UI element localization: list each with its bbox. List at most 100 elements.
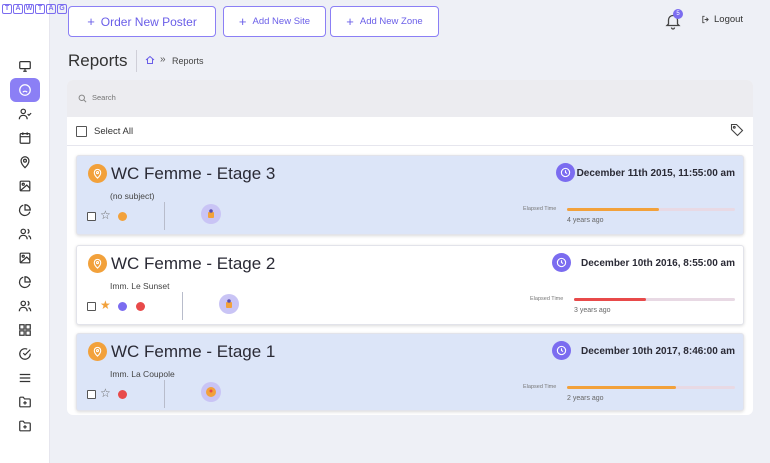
sidebar-item-calendar[interactable]	[10, 126, 40, 150]
report-card[interactable]: WC Femme - Etage 1 Imm. La Coupole Decem…	[76, 333, 744, 411]
plus-icon: +	[238, 14, 247, 29]
clock-icon	[552, 253, 571, 272]
avatar[interactable]	[219, 294, 239, 314]
app-logo[interactable]: T A W T A G	[2, 4, 67, 14]
status-dot	[118, 302, 127, 311]
report-title[interactable]: WC Femme - Etage 1	[111, 342, 275, 362]
page-title: Reports	[68, 51, 128, 70]
elapsed-time-bar	[567, 386, 735, 389]
sidebar-item-tasks[interactable]	[10, 342, 40, 366]
elapsed-ago: 4 years ago	[567, 217, 604, 224]
map-pin-icon	[20, 156, 30, 169]
order-new-poster-label: Order New Poster	[100, 14, 197, 29]
elapsed-time-bar	[567, 208, 735, 211]
select-all-checkbox[interactable]	[76, 126, 87, 137]
report-card[interactable]: WC Femme - Etage 2 Imm. Le Sunset Decemb…	[76, 245, 744, 325]
avatar[interactable]	[201, 382, 221, 402]
sidebar-item-reports[interactable]	[10, 78, 40, 102]
location-pin-icon	[88, 342, 107, 361]
select-all-label: Select All	[94, 126, 134, 137]
plus-icon: +	[87, 14, 95, 29]
location-pin-icon	[88, 254, 107, 273]
search-bar	[67, 80, 753, 117]
report-date: December 11th 2015, 11:55:00 am	[576, 168, 735, 179]
search-input[interactable]	[92, 93, 392, 102]
calendar-icon	[19, 132, 31, 144]
order-new-poster-button[interactable]: + Order New Poster	[68, 6, 216, 37]
star-icon[interactable]: ☆	[100, 387, 111, 399]
sidebar-item-users-check[interactable]	[10, 102, 40, 126]
report-date: December 10th 2017, 8:46:00 am	[581, 346, 735, 357]
card-divider	[164, 202, 165, 230]
avatar[interactable]	[201, 204, 221, 224]
logo-letter: G	[57, 4, 67, 14]
report-card[interactable]: WC Femme - Etage 3 (no subject) December…	[76, 155, 744, 235]
elapsed-ago: 2 years ago	[567, 395, 604, 402]
logo-letter: T	[35, 4, 45, 14]
home-icon[interactable]	[145, 55, 155, 65]
card-divider	[182, 292, 183, 320]
status-dot	[136, 302, 145, 311]
report-title[interactable]: WC Femme - Etage 3	[111, 164, 275, 184]
user-avatar-icon	[208, 209, 214, 218]
users-icon	[18, 228, 32, 240]
grid-icon	[19, 324, 31, 336]
monitor-icon	[19, 61, 31, 72]
star-filled-icon[interactable]: ★	[100, 299, 111, 311]
report-checkbox[interactable]	[87, 212, 96, 221]
sidebar-item-monitor[interactable]	[10, 54, 40, 78]
sidebar-item-locations[interactable]	[10, 150, 40, 174]
sidebar-item-team[interactable]	[10, 222, 40, 246]
logout-label: Logout	[714, 14, 744, 25]
sidebar: T A W T A G	[0, 0, 67, 463]
card-divider	[164, 380, 165, 408]
report-title[interactable]: WC Femme - Etage 2	[111, 254, 275, 274]
image-icon	[19, 252, 31, 264]
sidebar-item-stats[interactable]	[10, 198, 40, 222]
location-avatar-icon	[206, 387, 216, 397]
report-subject: Imm. Le Sunset	[110, 281, 170, 291]
star-icon[interactable]: ☆	[100, 209, 111, 221]
sidebar-item-gallery[interactable]	[10, 246, 40, 270]
sidebar-item-images[interactable]	[10, 174, 40, 198]
folder-plus-icon	[19, 420, 31, 432]
users-icon	[18, 300, 32, 312]
report-subject: (no subject)	[110, 191, 155, 201]
pie-chart-icon	[18, 204, 31, 217]
clock-icon	[556, 163, 575, 182]
add-new-zone-button[interactable]: + Add New Zone	[330, 6, 439, 37]
logo-letter: A	[46, 4, 56, 14]
elapsed-time-bar	[574, 298, 735, 301]
sidebar-item-grid[interactable]	[10, 318, 40, 342]
clock-icon	[552, 341, 571, 360]
elapsed-time-fill	[567, 386, 677, 389]
add-new-zone-label: Add New Zone	[359, 16, 423, 27]
sidebar-item-analytics[interactable]	[10, 270, 40, 294]
sidebar-item-list[interactable]	[10, 366, 40, 390]
elapsed-time-label: Elapsed Time	[523, 206, 557, 212]
elapsed-time-fill	[567, 208, 660, 211]
user-avatar-icon	[226, 299, 232, 308]
breadcrumb-separator: »	[160, 54, 166, 65]
report-checkbox[interactable]	[87, 390, 96, 399]
logout-icon	[702, 15, 709, 24]
tag-icon[interactable]	[730, 123, 744, 137]
report-date: December 10th 2016, 8:55:00 am	[581, 258, 735, 269]
status-dot	[118, 212, 127, 221]
logo-letter: T	[2, 4, 12, 14]
status-dot	[118, 390, 127, 399]
location-pin-icon	[88, 164, 107, 183]
check-circle-icon	[19, 348, 31, 360]
elapsed-time-fill	[574, 298, 647, 301]
report-checkbox[interactable]	[87, 302, 96, 311]
sidebar-item-folder-add[interactable]	[10, 390, 40, 414]
sidebar-item-folder-new[interactable]	[10, 414, 40, 438]
add-new-site-button[interactable]: + Add New Site	[223, 6, 326, 37]
logout-button[interactable]: Logout	[701, 14, 743, 25]
sidebar-item-people[interactable]	[10, 294, 40, 318]
search-icon	[78, 94, 87, 103]
elapsed-time-label: Elapsed Time	[530, 296, 564, 302]
logo-letter: W	[24, 4, 34, 14]
image-icon	[19, 180, 31, 192]
breadcrumb-current: Reports	[172, 56, 204, 66]
